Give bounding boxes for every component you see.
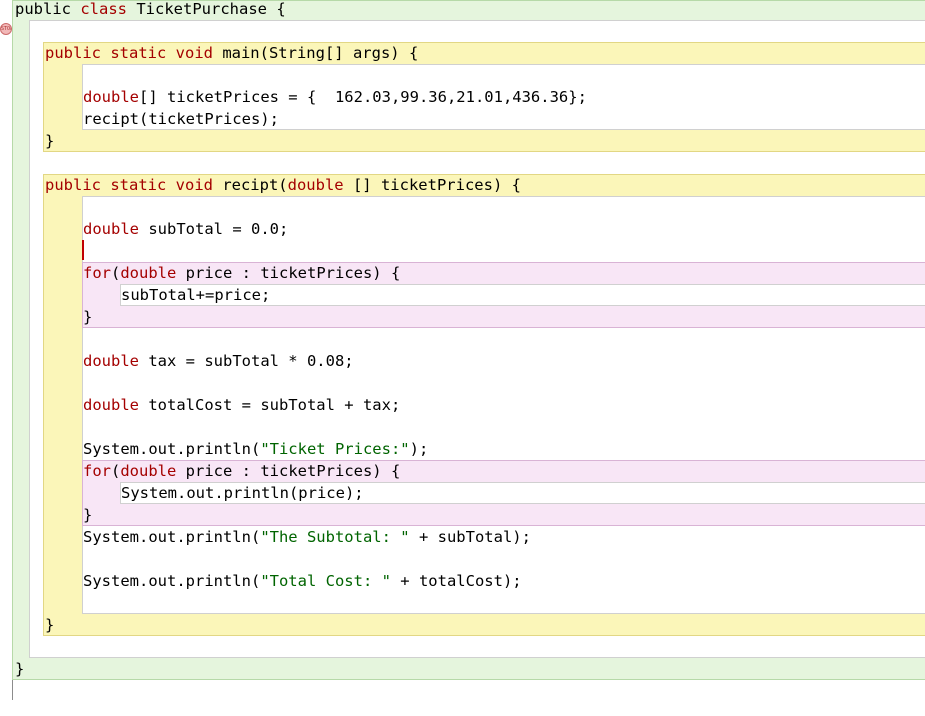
code-token: ( <box>111 462 121 480</box>
code-token: void <box>175 176 213 194</box>
code-line-recipt-close[interactable]: } <box>45 614 54 636</box>
code-line-subtotal-decl[interactable]: double subTotal = 0.0; <box>83 218 288 240</box>
code-token: System.out.println( <box>83 528 261 546</box>
code-line-for1-body[interactable]: subTotal+=price; <box>121 284 270 306</box>
code-line-total-decl[interactable]: double totalCost = subTotal + tax; <box>83 394 400 416</box>
code-token: main(String[] args) { <box>212 44 419 62</box>
code-token: System.out.println(price); <box>121 484 364 502</box>
code-token: TicketPurchase { <box>127 0 286 18</box>
code-token: public <box>15 0 71 18</box>
code-token: subTotal+=price; <box>121 286 271 304</box>
code-token: } <box>45 132 55 150</box>
code-line-main-close[interactable]: } <box>45 130 54 152</box>
code-line-for2-body[interactable]: System.out.println(price); <box>121 482 364 504</box>
code-line-for1-header[interactable]: for(double price : ticketPrices) { <box>83 262 400 284</box>
code-editor[interactable]: STOP public class TicketPurchase { publi… <box>0 0 925 716</box>
code-token: double <box>120 462 177 480</box>
code-token: double <box>287 176 344 194</box>
code-line-recipt-call[interactable]: recipt(ticketPrices); <box>83 108 279 130</box>
code-token: } <box>83 308 93 326</box>
code-token: + totalCost); <box>390 572 522 590</box>
code-token: } <box>45 616 55 634</box>
code-token: [] ticketPrices) { <box>343 176 521 194</box>
code-token: public static <box>45 176 176 194</box>
code-token: double <box>83 220 139 238</box>
code-token: System.out.println( <box>83 572 261 590</box>
code-token: [] ticketPrices = { 162.03,99.36,21.01,4… <box>139 88 587 106</box>
code-line-tax-decl[interactable]: double tax = subTotal * 0.08; <box>83 350 354 372</box>
code-token: double <box>83 396 139 414</box>
text-cursor <box>82 240 84 260</box>
code-token: recipt( <box>212 176 288 194</box>
code-line-class-close[interactable]: } <box>15 658 24 680</box>
code-token: "Total Cost: " <box>260 572 391 590</box>
code-token: tax = subTotal * 0.08; <box>139 352 354 370</box>
code-token: for <box>83 462 111 480</box>
code-line-prices-decl[interactable]: double[] ticketPrices = { 162.03,99.36,2… <box>83 86 587 108</box>
code-token: price : ticketPrices) { <box>176 264 401 282</box>
code-token: System.out.println( <box>83 440 261 458</box>
code-line-for2-close[interactable]: } <box>83 504 92 526</box>
code-line-for2-header[interactable]: for(double price : ticketPrices) { <box>83 460 400 482</box>
code-token: for <box>83 264 111 282</box>
code-line-print-header[interactable]: System.out.println("Ticket Prices:"); <box>83 438 428 460</box>
code-line-for1-close[interactable]: } <box>83 306 92 328</box>
code-token: public static <box>45 44 176 62</box>
code-line-main-header[interactable]: public static void main(String[] args) { <box>45 42 418 64</box>
code-token: subTotal = 0.0; <box>139 220 289 238</box>
code-token: } <box>15 660 25 678</box>
code-token: class <box>80 0 128 18</box>
code-token: "The Subtotal: " <box>260 528 410 546</box>
code-token: void <box>175 44 213 62</box>
code-line-class-header[interactable]: public class TicketPurchase { <box>15 0 286 20</box>
code-token: double <box>83 352 139 370</box>
code-token: recipt(ticketPrices); <box>83 110 279 128</box>
code-token: price : ticketPrices) { <box>176 462 401 480</box>
code-line-print-subtotal[interactable]: System.out.println("The Subtotal: " + su… <box>83 526 531 548</box>
code-line-recipt-header[interactable]: public static void recipt(double [] tick… <box>45 174 521 196</box>
code-token: ); <box>409 440 429 458</box>
code-line-print-total[interactable]: System.out.println("Total Cost: " + tota… <box>83 570 522 592</box>
code-token: } <box>83 506 93 524</box>
code-token: + subTotal); <box>409 528 531 546</box>
code-token: totalCost = subTotal + tax; <box>139 396 401 414</box>
code-token: double <box>83 88 139 106</box>
code-token: ( <box>111 264 121 282</box>
stop-icon[interactable]: STOP <box>0 23 12 35</box>
code-token: double <box>120 264 177 282</box>
code-token: "Ticket Prices:" <box>260 440 410 458</box>
